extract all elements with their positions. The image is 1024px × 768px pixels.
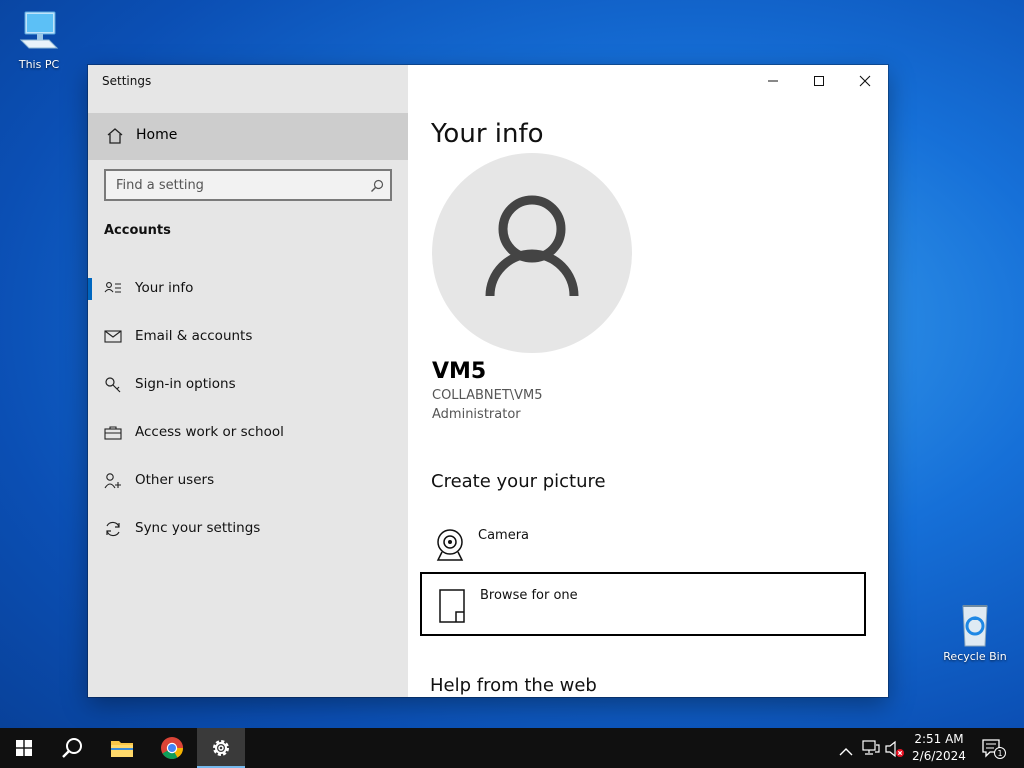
action-center-button[interactable]: 1 — [982, 739, 1006, 763]
windows-logo-icon — [16, 740, 32, 756]
sidebar-item-sync-settings[interactable]: Sync your settings — [88, 505, 408, 553]
search-box[interactable] — [104, 169, 392, 201]
minimize-button[interactable] — [750, 65, 796, 97]
sidebar: Settings Home Accounts Your info — [88, 65, 408, 697]
maximize-button[interactable] — [796, 65, 842, 97]
sidebar-home[interactable]: Home — [88, 113, 408, 160]
sidebar-item-your-info[interactable]: Your info — [88, 265, 408, 313]
notification-count: 1 — [997, 749, 1002, 758]
search-icon — [370, 178, 384, 197]
avatar — [432, 153, 632, 353]
camera-option[interactable]: Camera — [420, 514, 866, 578]
sidebar-item-label: Other users — [135, 472, 215, 488]
clock-time: 2:51 AM — [914, 732, 964, 746]
page-title: Your info — [431, 119, 544, 149]
folder-icon — [111, 741, 133, 757]
taskbar-search-button[interactable] — [48, 728, 96, 768]
close-button[interactable] — [842, 65, 888, 97]
show-hidden-icons-button[interactable] — [839, 742, 853, 761]
maximize-icon — [814, 76, 824, 86]
user-account: COLLABNET\VM5 — [432, 388, 543, 403]
user-name: VM5 — [432, 359, 487, 384]
sidebar-item-access-work-school[interactable]: Access work or school — [88, 409, 408, 457]
sidebar-nav: Your info Email & accounts Sign-in optio… — [88, 265, 408, 553]
volume-button[interactable] — [885, 740, 905, 762]
chrome-button[interactable] — [148, 728, 196, 768]
close-icon — [859, 75, 871, 87]
sync-icon — [104, 520, 122, 538]
file-icon — [438, 588, 466, 628]
gear-icon — [213, 740, 229, 756]
create-picture-heading: Create your picture — [431, 471, 606, 492]
sidebar-item-sign-in-options[interactable]: Sign-in options — [88, 361, 408, 409]
chevron-up-icon — [839, 748, 853, 756]
window-title: Settings — [102, 74, 152, 88]
recycle-bin-icon — [962, 605, 988, 647]
home-icon — [106, 127, 124, 149]
sidebar-item-label: Your info — [135, 280, 194, 296]
volume-muted-icon — [885, 740, 904, 758]
main-content: Your info VM5 COLLABNET\VM5 Administrato… — [408, 65, 888, 697]
user-role: Administrator — [432, 407, 521, 422]
section-title: Accounts — [104, 223, 171, 238]
browse-label: Browse for one — [480, 588, 578, 603]
sidebar-item-other-users[interactable]: Other users — [88, 457, 408, 505]
sidebar-item-email-accounts[interactable]: Email & accounts — [88, 313, 408, 361]
this-pc-desktop-icon[interactable]: This PC — [1, 10, 77, 71]
search-icon — [62, 738, 82, 758]
briefcase-icon — [104, 424, 122, 442]
computer-icon — [19, 11, 59, 49]
help-heading: Help from the web — [430, 675, 597, 696]
your-info-icon — [104, 280, 122, 298]
recycle-bin-label: Recycle Bin — [943, 650, 1007, 663]
sidebar-home-label: Home — [136, 127, 178, 143]
browse-option[interactable]: Browse for one — [420, 572, 866, 636]
file-explorer-button[interactable] — [98, 728, 146, 768]
sidebar-item-label: Sign-in options — [135, 376, 236, 392]
sidebar-item-label: Email & accounts — [135, 328, 253, 344]
chrome-icon — [161, 737, 183, 759]
search-input[interactable] — [106, 171, 362, 199]
mail-icon — [104, 328, 122, 346]
person-add-icon — [104, 472, 122, 490]
network-button[interactable] — [862, 740, 880, 760]
this-pc-label: This PC — [18, 58, 60, 71]
sidebar-item-label: Sync your settings — [135, 520, 261, 536]
recycle-bin-desktop-icon[interactable]: Recycle Bin — [937, 602, 1013, 663]
settings-taskbar-button[interactable] — [197, 728, 245, 768]
sidebar-item-label: Access work or school — [135, 424, 284, 440]
clock-date: 2/6/2024 — [912, 749, 966, 763]
camera-icon — [434, 528, 466, 566]
clock[interactable]: 2:51 AM 2/6/2024 — [908, 731, 970, 765]
settings-window: Settings Home Accounts Your info — [88, 65, 888, 697]
key-icon — [104, 376, 122, 394]
network-icon — [862, 740, 880, 755]
user-icon — [485, 195, 579, 297]
minimize-icon — [768, 80, 778, 82]
camera-label: Camera — [478, 528, 530, 543]
taskbar: 2:51 AM 2/6/2024 1 — [0, 728, 1024, 768]
notification-icon: 1 — [982, 739, 1006, 759]
start-button[interactable] — [0, 728, 48, 768]
